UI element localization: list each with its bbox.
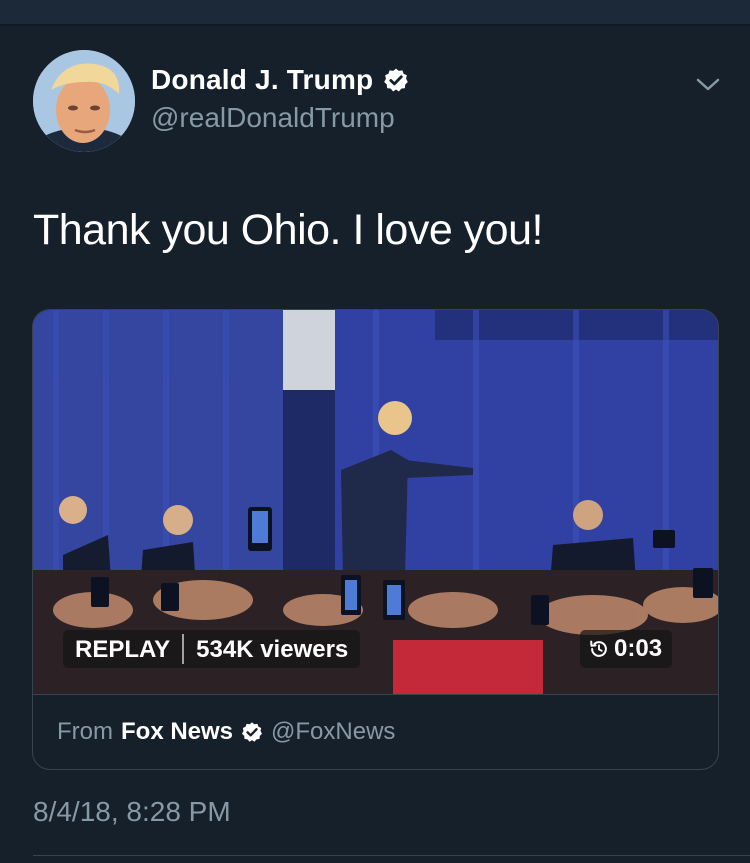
author-name[interactable]: Donald J. Trump xyxy=(151,64,373,96)
divider xyxy=(33,855,750,856)
divider xyxy=(0,24,750,26)
chevron-down-icon[interactable] xyxy=(694,74,722,96)
source-handle[interactable]: @FoxNews xyxy=(271,718,395,746)
replay-label: REPLAY xyxy=(75,636,171,663)
author-name-row: Donald J. Trump xyxy=(151,64,409,96)
replay-badge: REPLAY 534K viewers xyxy=(63,630,361,668)
clock-replay-icon xyxy=(590,640,607,657)
viewer-count: 534K viewers xyxy=(196,636,349,663)
author-handle[interactable]: @realDonaldTrump xyxy=(151,102,395,134)
duration: 0:03 xyxy=(614,635,663,662)
status-bar xyxy=(0,0,750,24)
avatar-image xyxy=(33,50,135,152)
avatar[interactable] xyxy=(33,50,135,152)
from-label: From xyxy=(57,718,113,745)
tweet-timestamp[interactable]: 8/4/18, 8:28 PM xyxy=(33,796,231,828)
video-player[interactable]: REPLAY 534K viewers 0:03 xyxy=(33,310,718,694)
verified-icon xyxy=(242,722,263,742)
video-card[interactable]: REPLAY 534K viewers 0:03 From Fox News @… xyxy=(32,309,719,770)
video-source-attribution: From Fox News @FoxNews xyxy=(33,694,718,769)
source-name[interactable]: Fox News xyxy=(121,718,233,746)
duration-badge: 0:03 xyxy=(580,630,673,668)
verified-icon xyxy=(384,68,409,92)
tweet-text: Thank you Ohio. I love you! xyxy=(33,206,543,254)
